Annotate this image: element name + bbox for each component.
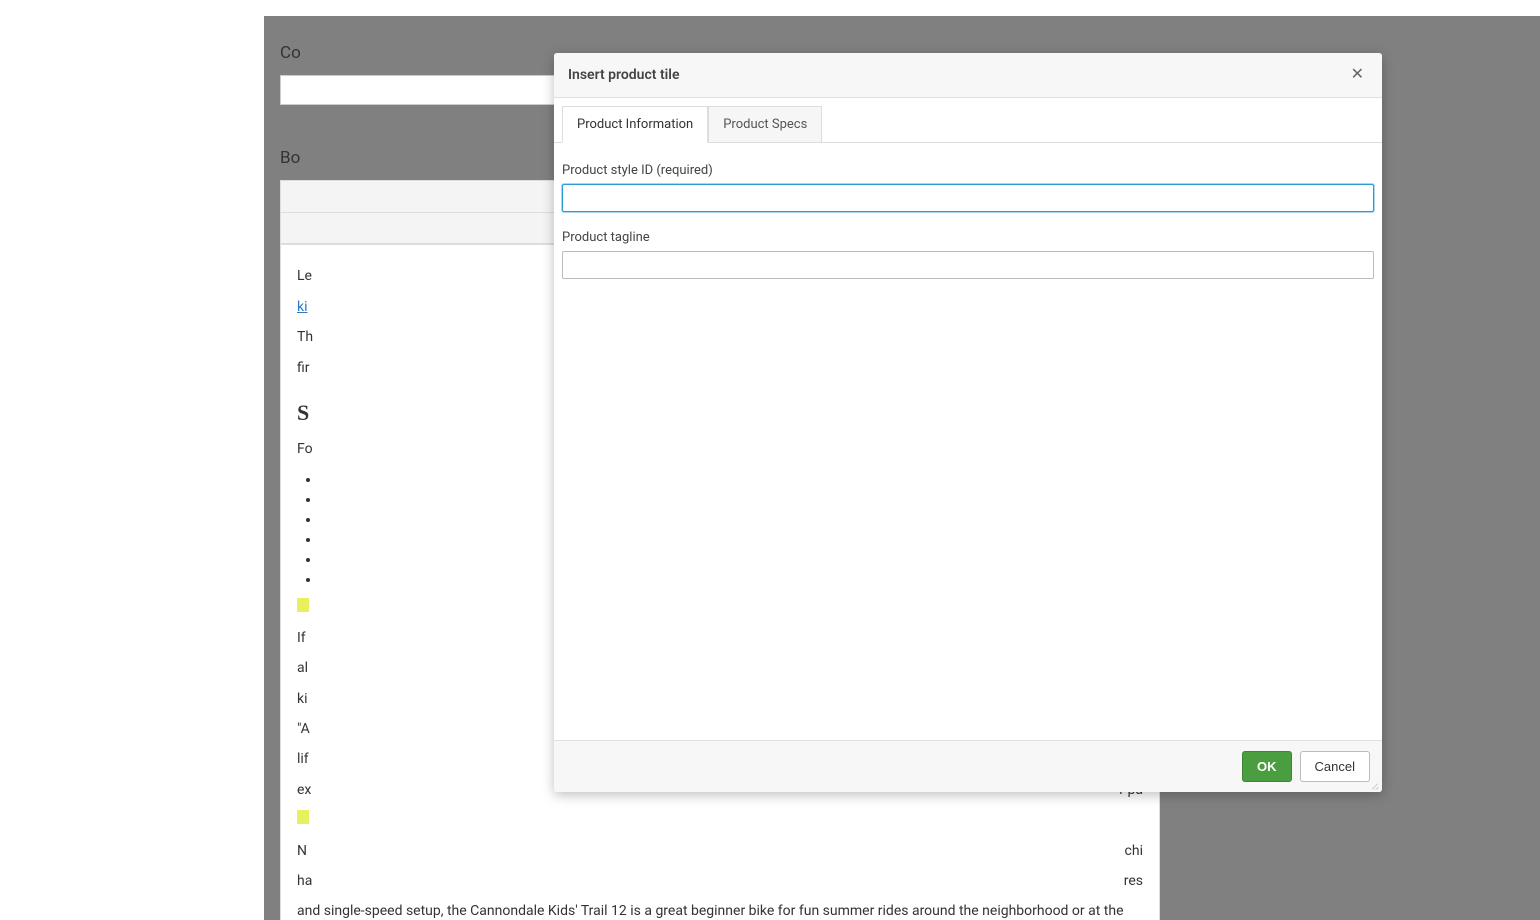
- modal-footer: OK Cancel: [554, 740, 1382, 792]
- modal-overlay: Insert product tile ✕ Product Informatio…: [264, 16, 1540, 920]
- close-icon: ✕: [1351, 66, 1364, 83]
- modal-header: Insert product tile ✕: [554, 53, 1382, 98]
- field-group-style-id: Product style ID (required): [562, 163, 1374, 212]
- tab-product-specs[interactable]: Product Specs: [708, 106, 822, 142]
- form-area: Product style ID (required) Product tagl…: [554, 143, 1382, 305]
- label-product-tagline: Product tagline: [562, 230, 1374, 245]
- tab-product-information[interactable]: Product Information: [562, 106, 708, 143]
- label-product-style-id: Product style ID (required): [562, 163, 1374, 178]
- modal-body: Product Information Product Specs Produc…: [554, 98, 1382, 740]
- insert-product-tile-modal: Insert product tile ✕ Product Informatio…: [554, 53, 1382, 792]
- input-product-style-id[interactable]: [562, 184, 1374, 212]
- field-group-tagline: Product tagline: [562, 230, 1374, 279]
- input-product-tagline[interactable]: [562, 251, 1374, 279]
- tab-bar: Product Information Product Specs: [554, 98, 1382, 143]
- resize-handle-icon[interactable]: [1368, 778, 1380, 790]
- ok-button[interactable]: OK: [1242, 751, 1292, 782]
- modal-title: Insert product tile: [568, 67, 679, 83]
- close-button[interactable]: ✕: [1347, 65, 1368, 85]
- page-background: Co Bo Leg. A ki The's a fir S Fo Ifsten …: [264, 16, 1540, 920]
- cancel-button[interactable]: Cancel: [1300, 751, 1370, 782]
